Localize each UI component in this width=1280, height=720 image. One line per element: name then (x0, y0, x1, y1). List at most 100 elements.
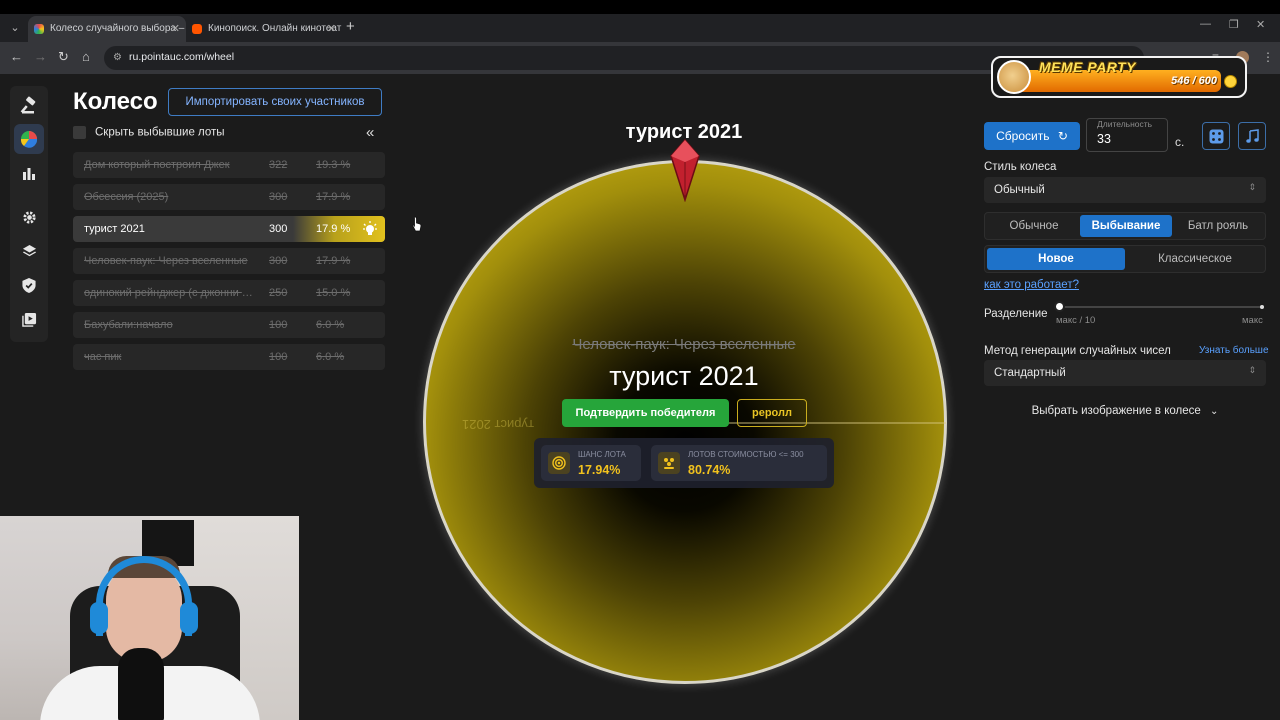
kinopoisk-favicon-icon (192, 24, 202, 34)
microphone (118, 648, 164, 720)
wheel-pie-icon[interactable] (14, 124, 44, 154)
lot-row[interactable]: одинокий рейнджер (с джонни депом) 250 1… (73, 280, 385, 306)
hide-eliminated-checkbox[interactable] (73, 126, 86, 139)
forward-arrow-icon[interactable]: → (34, 49, 47, 64)
browser-tab-kinopoisk[interactable]: Кинопоиск. Онлайн кинотеатр ✕ (186, 16, 342, 42)
submode-option-classic[interactable]: Классическое (1127, 248, 1263, 270)
lot-percent: 17.9 % (316, 191, 351, 203)
meme-party-progress-widget: MEME PARTY 546 / 600 (991, 56, 1247, 98)
new-tab-plus-icon[interactable]: + (346, 18, 355, 35)
reroll-button[interactable]: реролл (737, 399, 807, 427)
elimination-submode-selector: Новое Классическое (984, 245, 1266, 273)
lot-amount: 322 (269, 159, 288, 171)
group-users-icon (658, 452, 680, 474)
lot-percent: 15.0 % (316, 287, 351, 299)
lot-amount: 300 (269, 255, 288, 267)
music-button[interactable] (1238, 122, 1266, 150)
music-note-icon (1245, 128, 1259, 143)
lot-amount: 250 (269, 287, 288, 299)
layers-icon[interactable] (14, 236, 44, 266)
address-bar[interactable]: ⚙ ru.pointauc.com/wheel (104, 46, 1144, 70)
split-min-label: макс / 10 (1056, 315, 1096, 326)
lot-row[interactable]: Обсессия (2025) 300 17.9 % (73, 184, 385, 210)
lot-percent: 19.3 % (316, 159, 351, 171)
mode-option-elimination[interactable]: Выбывание (1080, 215, 1172, 237)
choose-wheel-image-toggle[interactable]: Выбрать изображение в колесе ⌄ (1000, 405, 1250, 417)
site-info-icon[interactable]: ⚙ (113, 52, 122, 63)
lot-row[interactable]: Дом который построил Джек 322 19.3 % (73, 152, 385, 178)
collapse-panel-icon[interactable]: « (366, 124, 374, 141)
lot-name: турист 2021 (84, 223, 145, 235)
learn-more-link[interactable]: Узнать больше (1199, 345, 1269, 356)
split-slider-handle[interactable] (1054, 301, 1065, 312)
app-sidebar (10, 86, 48, 342)
lot-name: Бахубали:начало (84, 319, 173, 331)
confirm-winner-button[interactable]: Подтвердить победителя (562, 399, 729, 427)
doge-avatar-icon (997, 60, 1031, 94)
minimize-icon[interactable]: — (1200, 18, 1211, 30)
chevron-down-icon: ⌄ (1209, 406, 1219, 417)
select-arrows-icon: ⇕ (1248, 365, 1256, 375)
winner-stats-panel: ШАНС ЛОТА 17.94% ЛОТОВ СТОИМОСТЬЮ <= 300… (534, 438, 834, 488)
duration-value: 33 (1097, 132, 1111, 146)
rng-method-value: Стандартный (994, 367, 1066, 379)
lot-name: одинокий рейнджер (с джонни депом) (84, 287, 259, 299)
lots-list: Дом который построил Джек 322 19.3 % Обс… (73, 152, 385, 376)
back-arrow-icon[interactable]: ← (10, 49, 23, 64)
mode-option-normal[interactable]: Обычное (989, 215, 1079, 237)
select-arrows-icon: ⇕ (1248, 182, 1256, 192)
lot-chance-stat: ШАНС ЛОТА 17.94% (541, 445, 641, 481)
lot-name: час пик (84, 351, 122, 363)
mode-option-battle-royale[interactable]: Батл рояль (1173, 215, 1263, 237)
browser-tab-wheel[interactable]: Колесо случайного выбора – П ✕ (28, 16, 186, 42)
how-it-works-link[interactable]: как это работает? (984, 279, 1079, 291)
choose-wheel-image-label: Выбрать изображение в колесе (1031, 405, 1201, 417)
video-playlist-icon[interactable] (14, 304, 44, 334)
browser-menu-icon[interactable]: ⋮ (1262, 50, 1274, 64)
reset-button[interactable]: Сбросить ↻ (984, 122, 1080, 150)
lot-name: Дом который построил Джек (84, 159, 230, 171)
url-text: ru.pointauc.com/wheel (129, 51, 235, 63)
hide-eliminated-toggle[interactable]: Скрыть выбывшие лоты (73, 126, 225, 139)
shield-check-icon[interactable] (14, 270, 44, 300)
close-tab-icon[interactable]: ✕ (171, 16, 180, 42)
meme-party-count: 546 / 600 (1171, 75, 1217, 87)
page-title: Колесо (73, 88, 158, 115)
import-participants-button[interactable]: Импортировать своих участников (168, 88, 382, 116)
lots-cost-stat: ЛОТОВ СТОИМОСТЬЮ <= 300 80.74% (651, 445, 827, 481)
lot-percent: 6.0 % (316, 351, 345, 363)
lot-row[interactable]: Бахубали:начало 100 6.0 % (73, 312, 385, 338)
duration-unit: с. (1175, 135, 1185, 149)
maximize-icon[interactable]: ❐ (1229, 18, 1239, 31)
coin-icon (1224, 75, 1237, 88)
lot-percent: 17.9 % (316, 223, 351, 235)
tab-list-button[interactable]: ⌄ (6, 19, 24, 37)
auction-gavel-icon[interactable] (14, 90, 44, 120)
lot-row[interactable]: час пик 100 6.0 % (73, 344, 385, 370)
duration-input[interactable]: Длительность 33 (1086, 118, 1168, 152)
home-icon[interactable]: ⌂ (82, 49, 90, 64)
target-icon (548, 452, 570, 474)
lot-row[interactable]: Человек-паук: Через вселенные 300 17.9 % (73, 248, 385, 274)
browser-tabbar: ⌄ Колесо случайного выбора – П ✕ Кинопои… (0, 14, 1280, 42)
lot-amount: 300 (269, 223, 288, 235)
settings-gear-icon[interactable] (14, 202, 44, 232)
stat-label: ЛОТОВ СТОИМОСТЬЮ <= 300 (688, 450, 804, 459)
lot-amount: 100 (269, 319, 288, 331)
close-tab-icon[interactable]: ✕ (327, 16, 336, 42)
stat-value: 17.94% (578, 463, 621, 477)
dice-button[interactable] (1202, 122, 1230, 150)
submode-option-new[interactable]: Новое (987, 248, 1125, 270)
window-close-icon[interactable]: ✕ (1256, 18, 1265, 31)
rng-method-select[interactable]: Стандартный ⇕ (984, 360, 1266, 386)
lot-row-current[interactable]: турист 2021 300 17.9 % (73, 216, 385, 242)
rng-method-label: Метод генерации случайных чисел (984, 345, 1171, 357)
split-slider-track[interactable] (1060, 306, 1264, 308)
reset-label: Сбросить (996, 129, 1050, 143)
statistics-bar-chart-icon[interactable] (14, 158, 44, 188)
reload-icon[interactable]: ↻ (58, 49, 69, 65)
refresh-icon: ↻ (1057, 129, 1068, 143)
wheel-segment-label: турист 2021 (462, 417, 534, 432)
wheel-style-select[interactable]: Обычный ⇕ (984, 177, 1266, 203)
wheel-pointer-icon (670, 138, 700, 202)
